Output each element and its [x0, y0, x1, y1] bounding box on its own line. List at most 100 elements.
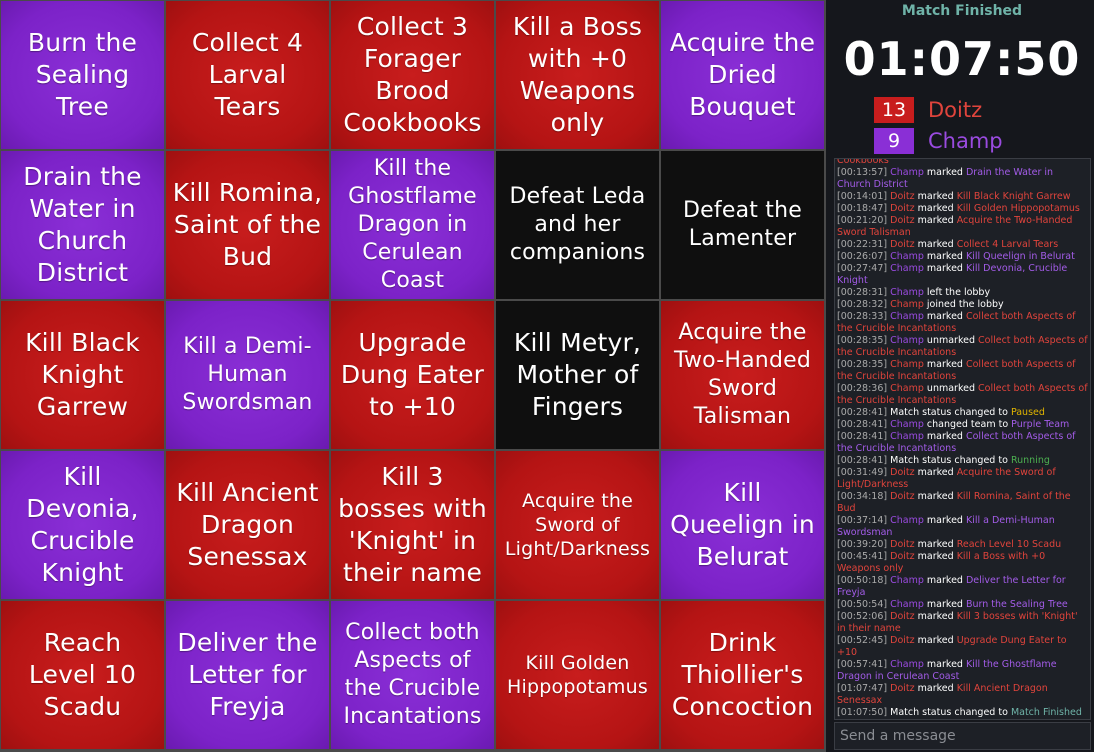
board-cell[interactable]: Defeat Leda and her companions — [496, 151, 659, 299]
chat-log[interactable]: [00:00:00] Match status changed to Runni… — [834, 158, 1091, 720]
log-player: Champ — [890, 167, 924, 178]
bingo-board: Burn the Sealing Tree Collect 4 Larval Te… — [0, 0, 826, 752]
log-player: Doitz — [890, 539, 915, 550]
log-action: marked — [926, 263, 963, 274]
chat-log-entry: [01:07:47] Doitz marked Kill Ancient Dra… — [837, 683, 1088, 707]
log-timestamp: [00:28:32] — [837, 299, 888, 310]
log-timestamp: [00:13:57] — [837, 167, 888, 178]
chat-log-entry: [00:27:47] Champ marked Kill Devonia, Cr… — [837, 263, 1088, 287]
board-cell[interactable]: Burn the Sealing Tree — [1, 1, 164, 149]
log-timestamp: [00:22:31] — [837, 239, 888, 250]
log-timestamp: [00:14:01] — [837, 191, 888, 202]
log-target: Kill Golden Hippopotamus — [956, 203, 1080, 214]
log-action: marked — [926, 599, 963, 610]
log-action: changed team to — [926, 419, 1009, 430]
board-cell[interactable]: Acquire the Sword of Light/Darkness — [496, 451, 659, 599]
log-action: left the lobby — [926, 287, 991, 298]
log-target: Burn the Sealing Tree — [965, 599, 1068, 610]
log-player: Champ — [890, 335, 924, 346]
chat-log-entry: [00:28:32] Champ joined the lobby — [837, 299, 1088, 311]
log-timestamp: [00:34:18] — [837, 491, 888, 502]
board-cell[interactable]: Acquire the Two-Handed Sword Talisman — [661, 301, 824, 449]
log-player: Champ — [890, 515, 924, 526]
chat-log-entry: [00:50:54] Champ marked Burn the Sealing… — [837, 599, 1088, 611]
log-timestamp: [00:27:47] — [837, 263, 888, 274]
board-cell[interactable]: Defeat the Lamenter — [661, 151, 824, 299]
board-cell[interactable]: Kill a Demi-Human Swordsman — [166, 301, 329, 449]
log-timestamp: [00:37:14] — [837, 515, 888, 526]
chat-log-entry: [00:22:31] Doitz marked Collect 4 Larval… — [837, 239, 1088, 251]
log-action: marked — [926, 575, 963, 586]
board-cell[interactable]: Kill Ancient Dragon Senessax — [166, 451, 329, 599]
log-player: Doitz — [890, 611, 915, 622]
log-player: Champ — [890, 299, 924, 310]
board-cell[interactable]: Upgrade Dung Eater to +10 — [331, 301, 494, 449]
chat-log-entry: [00:45:41] Doitz marked Kill a Boss with… — [837, 551, 1088, 575]
log-action: marked — [917, 539, 954, 550]
log-action: marked — [917, 611, 954, 622]
team-red-name: Doitz — [928, 98, 983, 122]
log-action: marked — [917, 191, 954, 202]
log-player: Doitz — [890, 239, 915, 250]
board-cell[interactable]: Kill Golden Hippopotamus — [496, 601, 659, 749]
board-cell[interactable]: Collect both Aspects of the Crucible Inc… — [331, 601, 494, 749]
board-cell[interactable]: Reach Level 10 Scadu — [1, 601, 164, 749]
board-cell[interactable]: Collect 3 Forager Brood Cookbooks — [331, 1, 494, 149]
log-target: Running — [1010, 455, 1050, 466]
board-cell[interactable]: Kill a Boss with +0 Weapons only — [496, 1, 659, 149]
board-cell[interactable]: Kill Black Knight Garrew — [1, 301, 164, 449]
log-player: Doitz — [890, 635, 915, 646]
board-cell[interactable]: Kill Romina, Saint of the Bud — [166, 151, 329, 299]
log-timestamp: [00:28:41] — [837, 455, 888, 466]
log-action: marked — [917, 239, 954, 250]
chat-log-entry: [00:28:41] Champ marked Collect both Asp… — [837, 431, 1088, 455]
board-cell[interactable]: Kill Devonia, Crucible Knight — [1, 451, 164, 599]
log-player: Doitz — [890, 491, 915, 502]
chat-log-entry: [00:10:28] Doitz marked Collect 3 Forage… — [837, 159, 1088, 167]
log-player: Champ — [890, 419, 924, 430]
log-action: marked — [917, 215, 954, 226]
board-cell[interactable]: Collect 4 Larval Tears — [166, 1, 329, 149]
board-cell[interactable]: Kill the Ghostflame Dragon in Cerulean C… — [331, 151, 494, 299]
log-action: unmarked — [926, 335, 975, 346]
log-timestamp: [00:52:45] — [837, 635, 888, 646]
log-action: joined the lobby — [926, 299, 1004, 310]
log-timestamp: [00:31:49] — [837, 467, 888, 478]
log-action: marked — [917, 683, 954, 694]
board-cell[interactable]: Kill Queelign in Belurat — [661, 451, 824, 599]
log-player: Doitz — [890, 191, 915, 202]
log-target: Purple Team — [1011, 419, 1070, 430]
log-timestamp: [00:39:20] — [837, 539, 888, 550]
team-purple-name: Champ — [928, 129, 1003, 153]
log-action: marked — [917, 551, 954, 562]
log-timestamp: [00:57:41] — [837, 659, 888, 670]
log-action: Match status changed to — [890, 407, 1008, 418]
log-action: Match status changed to — [890, 707, 1008, 718]
log-player: Doitz — [890, 467, 915, 478]
log-timestamp: [01:07:47] — [837, 683, 888, 694]
log-timestamp: [00:28:41] — [837, 407, 888, 418]
board-cell[interactable]: Kill Metyr, Mother of Fingers — [496, 301, 659, 449]
chat-log-entry: [01:07:50] Match status changed to Match… — [837, 707, 1088, 719]
log-action: marked — [926, 251, 963, 262]
log-timestamp: [01:07:50] — [837, 707, 888, 718]
log-action: Match status changed to — [890, 455, 1008, 466]
board-cell[interactable]: Kill 3 bosses with 'Knight' in their nam… — [331, 451, 494, 599]
log-player: Champ — [890, 659, 924, 670]
log-timestamp: [00:18:47] — [837, 203, 888, 214]
log-target: Match Finished — [1010, 707, 1082, 718]
board-cell[interactable]: Drain the Water in Church District — [1, 151, 164, 299]
sidebar: Match Finished 01:07:50 13 Doitz 9 Champ… — [830, 0, 1094, 752]
chat-log-entry: [00:52:06] Doitz marked Kill 3 bosses wi… — [837, 611, 1088, 635]
chat-message-input[interactable] — [834, 722, 1091, 750]
log-player: Champ — [890, 263, 924, 274]
board-cell[interactable]: Acquire the Dried Bouquet — [661, 1, 824, 149]
log-player: Doitz — [890, 683, 915, 694]
board-cell[interactable]: Drink Thiollier's Concoction — [661, 601, 824, 749]
chat-log-entry: [00:50:18] Champ marked Deliver the Lett… — [837, 575, 1088, 599]
board-cell[interactable]: Deliver the Letter for Freyja — [166, 601, 329, 749]
log-player: Doitz — [890, 203, 915, 214]
log-action: marked — [926, 659, 963, 670]
chat-log-entry: [00:13:57] Champ marked Drain the Water … — [837, 167, 1088, 191]
log-timestamp: [00:50:54] — [837, 599, 888, 610]
